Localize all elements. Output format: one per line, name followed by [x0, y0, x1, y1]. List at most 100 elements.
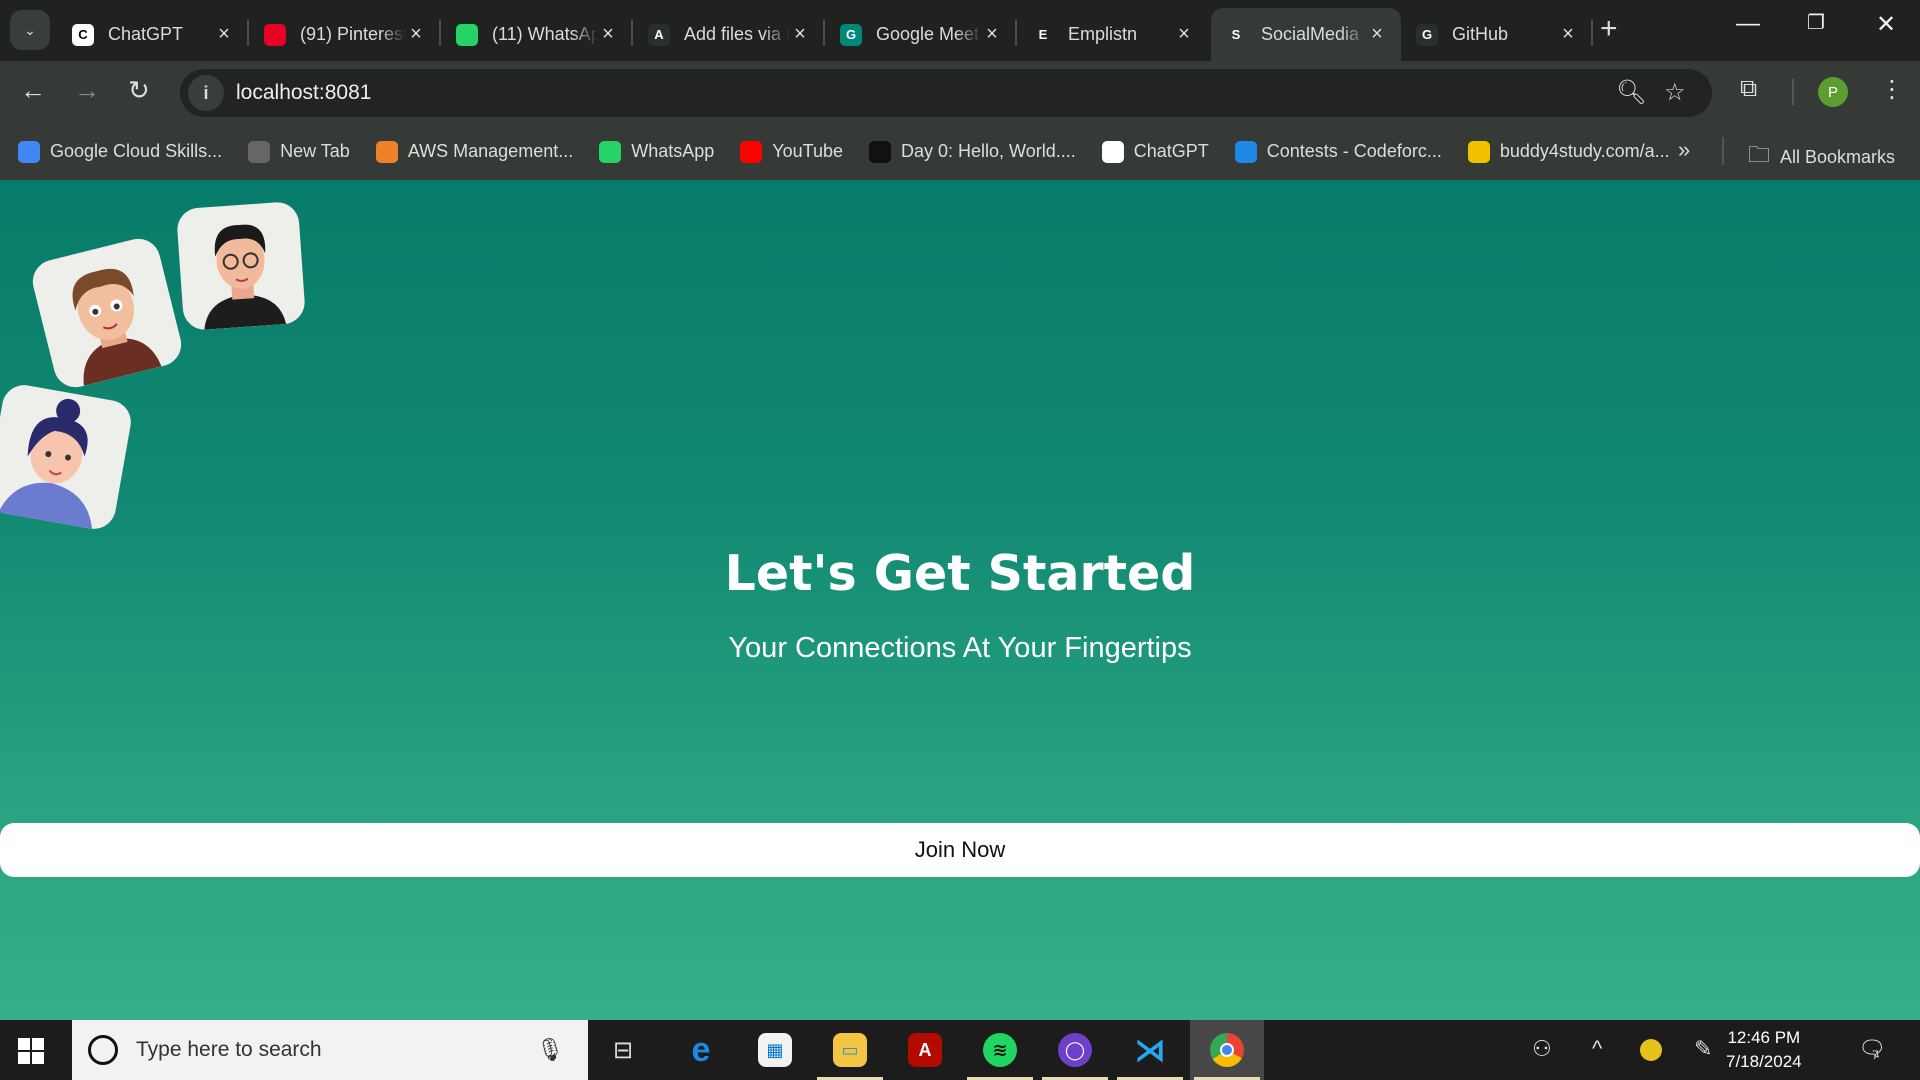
- tab-search-button[interactable]: ⌄: [10, 10, 50, 50]
- bookmarks-bar: Google Cloud Skills... New Tab AWS Managem…: [0, 123, 1920, 180]
- tab[interactable]: (91) Pinterest ×: [250, 8, 441, 61]
- github-icon: A: [648, 23, 670, 46]
- bookmark-item[interactable]: WhatsApp: [599, 140, 714, 163]
- all-bookmarks-button[interactable]: 🗀 All Bookmarks: [1748, 138, 1895, 176]
- windows-start-icon[interactable]: [18, 1038, 44, 1064]
- tab[interactable]: C ChatGPT ×: [58, 8, 249, 61]
- bookmark-label: buddy4study.com/a...: [1499, 141, 1670, 161]
- vscode-icon[interactable]: ⋊: [1113, 1020, 1187, 1080]
- chatgpt-icon: C: [72, 23, 94, 46]
- tab[interactable]: G GitHub ×: [1402, 8, 1593, 61]
- angular-icon: E: [1032, 23, 1054, 46]
- bookmark-item[interactable]: Google Cloud Skills...: [18, 140, 222, 163]
- close-tab-icon[interactable]: ×: [1367, 23, 1387, 46]
- tab-separator: [631, 20, 633, 46]
- tab-title: Google Meet: [876, 24, 980, 44]
- close-tab-icon[interactable]: ×: [790, 23, 810, 46]
- microphone-icon[interactable]: 🎙︎: [536, 1037, 564, 1063]
- avatar-woman-bun: [0, 381, 135, 533]
- chatgpt-icon: [1101, 140, 1124, 163]
- notifications-icon[interactable]: 🗨︎ 7: [1858, 1036, 1886, 1062]
- bookmark-item[interactable]: AWS Management...: [375, 140, 574, 163]
- search-placeholder: Type here to search: [136, 1038, 322, 1061]
- zoom-icon[interactable]: 🔍︎: [1616, 78, 1646, 107]
- spotify-icon[interactable]: ≋: [963, 1020, 1037, 1080]
- whatsapp-icon: [599, 140, 622, 163]
- tab[interactable]: (11) WhatsApp×: [442, 8, 633, 61]
- close-tab-icon[interactable]: ×: [1558, 23, 1578, 46]
- join-now-button[interactable]: Join Now: [0, 823, 1920, 877]
- bookmark-item[interactable]: New Tab: [248, 140, 350, 163]
- show-hidden-icons-chevron[interactable]: ^: [1592, 1036, 1602, 1062]
- tab[interactable]: E Emplistn ×: [1018, 8, 1208, 61]
- bookmark-item[interactable]: Day 0: Hello, World....: [869, 140, 1076, 163]
- tab-title: Add files via upload: [684, 24, 790, 44]
- tab-title: (91) Pinterest: [300, 24, 406, 44]
- bookmark-label: New Tab: [280, 141, 350, 161]
- profile-avatar[interactable]: P: [1818, 77, 1848, 107]
- folder-icon: 🗀: [1748, 142, 1771, 167]
- close-window-button[interactable]: ✕: [1866, 10, 1906, 39]
- edge-icon[interactable]: e: [664, 1020, 738, 1080]
- close-tab-icon[interactable]: ×: [1174, 23, 1194, 46]
- bookmark-item[interactable]: YouTube: [740, 140, 843, 163]
- close-tab-icon[interactable]: ×: [982, 23, 1002, 46]
- new-tab-button[interactable]: +: [1600, 12, 1618, 46]
- close-tab-icon[interactable]: ×: [598, 23, 618, 46]
- taskbar: Type here to search 🎙︎ ⊟ e ▦ ▭ A ≋ ◯ ⋊ ⚇…: [0, 1020, 1920, 1080]
- forward-button[interactable]: →: [74, 75, 100, 106]
- pen-icon[interactable]: ✎: [1694, 1036, 1712, 1062]
- back-button[interactable]: ←: [20, 75, 46, 106]
- reload-button[interactable]: ↻: [128, 75, 150, 106]
- chrome-icon[interactable]: [1190, 1020, 1264, 1080]
- tab[interactable]: A Add files via upload×: [634, 8, 825, 61]
- close-tab-icon[interactable]: ×: [214, 23, 234, 46]
- tab-separator: [823, 20, 825, 46]
- site-info-icon[interactable]: i: [188, 75, 224, 111]
- time: 12:46 PM: [1727, 1028, 1801, 1047]
- task-view-icon[interactable]: ⊟: [586, 1020, 660, 1080]
- close-tab-icon[interactable]: ×: [406, 23, 426, 46]
- tab[interactable]: S SocialMedia ×: [1211, 8, 1401, 61]
- globe-icon: [248, 140, 271, 163]
- bookmark-label: AWS Management...: [407, 141, 574, 161]
- bookmark-item[interactable]: buddy4study.com/a...: [1467, 140, 1670, 163]
- microsoft-store-icon[interactable]: ▦: [738, 1020, 812, 1080]
- minimize-button[interactable]: —: [1728, 10, 1768, 38]
- tab-separator: [1591, 20, 1593, 46]
- avatar-man-glasses: [175, 200, 307, 332]
- all-bookmarks-label: All Bookmarks: [1780, 146, 1896, 167]
- github-desktop-icon[interactable]: ◯: [1038, 1020, 1112, 1080]
- aws-icon: [375, 140, 398, 163]
- url-text[interactable]: localhost:8081: [236, 81, 371, 105]
- tab-title: Emplistn: [1068, 24, 1138, 44]
- extensions-icon[interactable]: ⧉: [1740, 75, 1757, 103]
- tab[interactable]: G Google Meet ×: [826, 8, 1017, 61]
- buddy4study-icon: [1467, 140, 1490, 163]
- more-bookmarks-button[interactable]: »: [1678, 137, 1690, 163]
- tab-bar: ⌄ CChatGPT×(91) Pinterest×(11) WhatsApp×…: [0, 0, 1920, 61]
- cortana-icon: [88, 1035, 118, 1065]
- tab-title: SocialMedia: [1261, 24, 1360, 44]
- bookmark-item[interactable]: Contests - Codeforc...: [1234, 140, 1442, 163]
- menu-kebab-icon[interactable]: ⋮: [1880, 75, 1904, 104]
- file-explorer-icon[interactable]: ▭: [813, 1020, 887, 1080]
- bookmark-label: YouTube: [772, 141, 843, 161]
- clock[interactable]: 12:46 PM 7/18/2024: [1726, 1026, 1802, 1074]
- bookmark-label: ChatGPT: [1133, 141, 1209, 161]
- taskbar-search-input[interactable]: Type here to search 🎙︎: [72, 1020, 588, 1080]
- bookmark-label: Day 0: Hello, World....: [901, 141, 1076, 161]
- address-bar[interactable]: i localhost:8081 🔍︎ ☆: [180, 69, 1712, 117]
- date: 7/18/2024: [1726, 1052, 1802, 1071]
- people-icon[interactable]: ⚇: [1532, 1036, 1552, 1062]
- tray-app-icon[interactable]: [1640, 1039, 1662, 1061]
- acrobat-icon[interactable]: A: [888, 1020, 962, 1080]
- youtube-icon: [740, 140, 763, 163]
- toolbar: ← → ↻ i localhost:8081 🔍︎ ☆ ⧉ P ⋮: [0, 61, 1920, 123]
- restore-button[interactable]: ❐: [1796, 10, 1836, 35]
- bookmark-item[interactable]: ChatGPT: [1101, 140, 1209, 163]
- page-content: Let's Get Started Your Connections At Yo…: [0, 180, 1920, 1020]
- chevron-down-icon: ⌄: [24, 21, 36, 38]
- notification-count: 7: [1872, 1048, 1879, 1062]
- bookmark-star-icon[interactable]: ☆: [1664, 78, 1686, 107]
